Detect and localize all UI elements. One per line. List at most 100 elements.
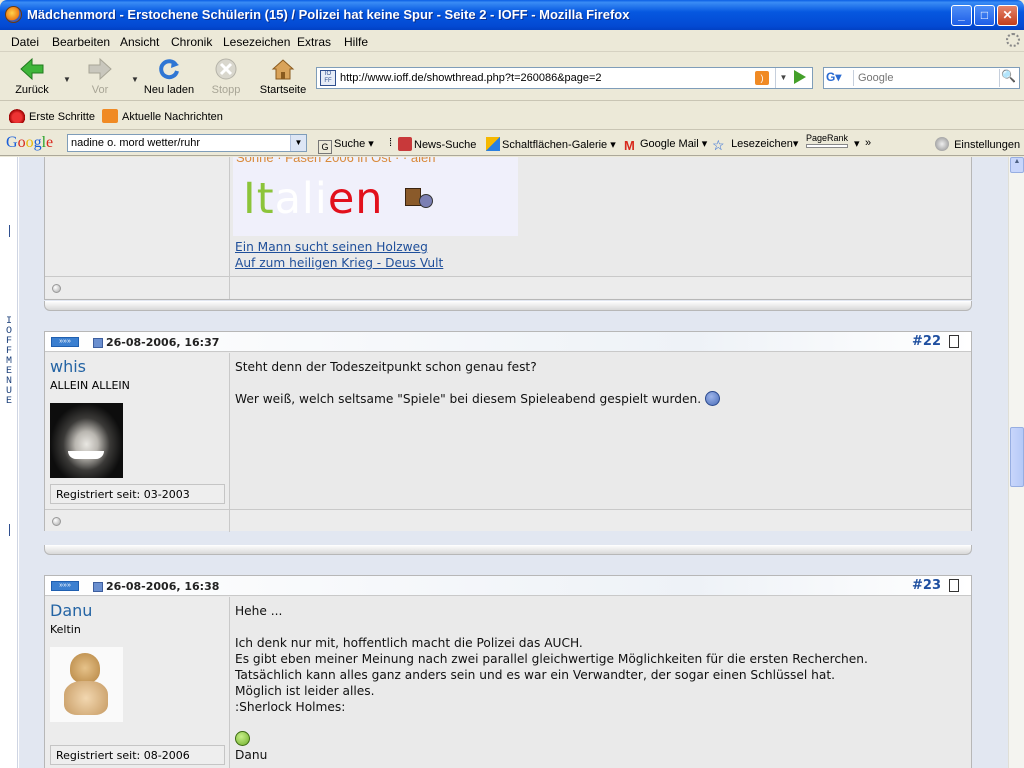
back-history-dropdown[interactable]: ▼ [63,75,71,84]
menu-datei[interactable]: Datei [11,35,39,49]
post-arrow-icon: »»» [51,581,79,591]
lesezeichen-button[interactable]: ☆ Lesezeichen▾ [712,137,798,153]
forward-history-dropdown[interactable]: ▼ [131,75,139,84]
post-number-link[interactable]: #22 [912,334,941,349]
signature-link-deus-vult[interactable]: Auf zum heiligen Krieg - Deus Vult [235,256,443,270]
more-chevron[interactable]: » [865,137,871,149]
post-sidebar: Danu Keltin Registriert seit: 08-2006 [45,597,230,768]
user-title: ALLEIN ALLEIN [50,379,130,392]
close-button[interactable]: ✕ [997,5,1018,26]
ioff-menue-label[interactable]: IOFF MENUE [6,317,16,407]
go-button[interactable] [794,70,806,84]
forward-label: Vor [91,84,109,96]
registration-date: Registriert seit: 03-2003 [50,484,225,504]
separator-grip: ⁞ [389,137,393,149]
username-link[interactable]: whis [50,357,86,376]
red-flame-icon [9,109,25,123]
rail-divider [9,524,10,536]
menu-bearbeiten[interactable]: Bearbeiten [52,35,110,49]
report-post-icon[interactable] [949,579,959,592]
italien-letter: I [243,174,257,224]
pagerank-dropdown[interactable]: ▾ [854,137,860,150]
worried-smiley-icon [704,391,720,406]
einstellungen-button[interactable]: Einstellungen [935,137,1020,151]
back-label: Zurück [15,84,49,96]
bookmark-erste-schritte[interactable]: Erste Schritte [9,109,95,123]
gallery-label: Schaltflächen-Galerie [502,139,608,151]
url-history-dropdown[interactable]: ▼ [775,68,791,88]
post-date: 26-08-2006, 16:37 [106,336,220,349]
italien-letter: n [355,174,384,224]
search-input[interactable] [858,70,998,86]
menu-chronik[interactable]: Chronik [171,35,212,49]
signature-image: Sonne · Fasen 2006 in Ost · · alen Itali… [233,157,518,236]
reload-button[interactable]: Neu laden [143,57,195,96]
rss-feed-icon [102,109,118,123]
scrollbar-thumb[interactable] [1010,427,1024,487]
signature-link-holzweg[interactable]: Ein Mann sucht seinen Holzweg [235,240,428,254]
search-magnifier-icon[interactable]: 🔍 [999,69,1017,87]
google-search-dropdown[interactable]: ▼ [290,135,306,151]
footer-divider [229,277,230,299]
rss-feed-icon[interactable]: ) [755,71,769,85]
bookmark-aktuelle-nachrichten[interactable]: Aktuelle Nachrichten [102,109,223,123]
minimize-button[interactable]: _ [951,5,972,26]
username-link[interactable]: Danu [50,601,92,620]
ioff-side-menu[interactable]: IOFF MENUE [0,157,18,768]
bookmark-label: Aktuelle Nachrichten [122,111,223,123]
search-engine-google-icon[interactable]: G▾ [826,70,854,86]
post-separator [44,301,972,311]
post-page-icon [93,582,103,592]
search-bar[interactable]: G▾ 🔍 [823,67,1020,89]
menu-bar: Datei Bearbeiten Ansicht Chronik Lesezei… [0,30,1024,52]
pagerank-label: PageRank [806,133,849,143]
post-message: Hehe ... Ich denk nur mit, hoffentlich m… [235,603,868,763]
home-button[interactable]: Startseite [257,57,309,96]
post-previous: Sonne · Fasen 2006 in Ost · · alen Itali… [44,157,972,300]
menu-extras[interactable]: Extras [297,35,331,49]
report-post-icon[interactable] [949,335,959,348]
einstellungen-label: Einstellungen [954,139,1021,151]
post-23: »»» 26-08-2006, 16:38 #23 Danu Keltin Re… [44,575,972,768]
google-mail-button[interactable]: M Google Mail ▾ [624,137,707,154]
italien-letter: t [256,174,275,224]
post-page-icon [93,338,103,348]
menu-ansicht[interactable]: Ansicht [120,35,159,49]
google-logo[interactable]: Google [6,134,53,152]
bookmark-label: Erste Schritte [29,111,96,123]
avatar [50,403,123,478]
rail-divider [9,225,10,237]
user-title: Keltin [50,623,81,636]
google-toolbar: Google nadine o. mord wetter/ruhr ▼ G Suc… [0,131,1024,156]
google-search-input[interactable]: nadine o. mord wetter/ruhr ▼ [67,134,307,152]
offline-status-icon [52,517,61,526]
vertical-scrollbar[interactable]: ▲ [1008,157,1024,768]
schaltflaechen-galerie-button[interactable]: Schaltflächen-Galerie ▾ [486,137,616,151]
address-bar[interactable]: IO FF http://www.ioff.de/showthread.php?t… [316,67,813,89]
google-suche-label: Suche [334,138,366,150]
stop-button[interactable]: Stopp [208,57,244,96]
back-button[interactable]: Zurück [10,57,54,96]
url-text[interactable]: http://www.ioff.de/showthread.php?t=2600… [340,72,602,84]
google-query-text: nadine o. mord wetter/ruhr [71,137,201,149]
message-line: Möglich ist leider alles. [235,684,375,698]
pagerank-indicator[interactable]: PageRank [806,133,848,148]
avatar [50,647,123,722]
site-favicon-icon: IO FF [320,70,336,86]
scroll-up-arrow[interactable]: ▲ [1010,157,1024,173]
post-header: »»» 26-08-2006, 16:37 #22 [45,332,971,352]
post-arrow-icon: »»» [51,337,79,347]
news-suche-button[interactable]: News-Suche [398,137,476,151]
menu-lesezeichen[interactable]: Lesezeichen [223,35,290,49]
italien-banner: Italien [243,174,384,224]
footer-divider [229,510,230,532]
menu-hilfe[interactable]: Hilfe [344,35,368,49]
news-suche-label: News-Suche [414,139,477,151]
page-content: IOFF MENUE Sonne · Fasen 2006 in Ost · ·… [0,157,1008,768]
forward-button[interactable]: Vor [86,57,114,96]
maximize-button[interactable]: □ [974,5,995,26]
post-number-link[interactable]: #23 [912,578,941,593]
coffee-smiley-icon [405,184,435,210]
throbber-icon [1006,33,1020,47]
google-suche-button[interactable]: G Suche ▾ [318,137,374,154]
